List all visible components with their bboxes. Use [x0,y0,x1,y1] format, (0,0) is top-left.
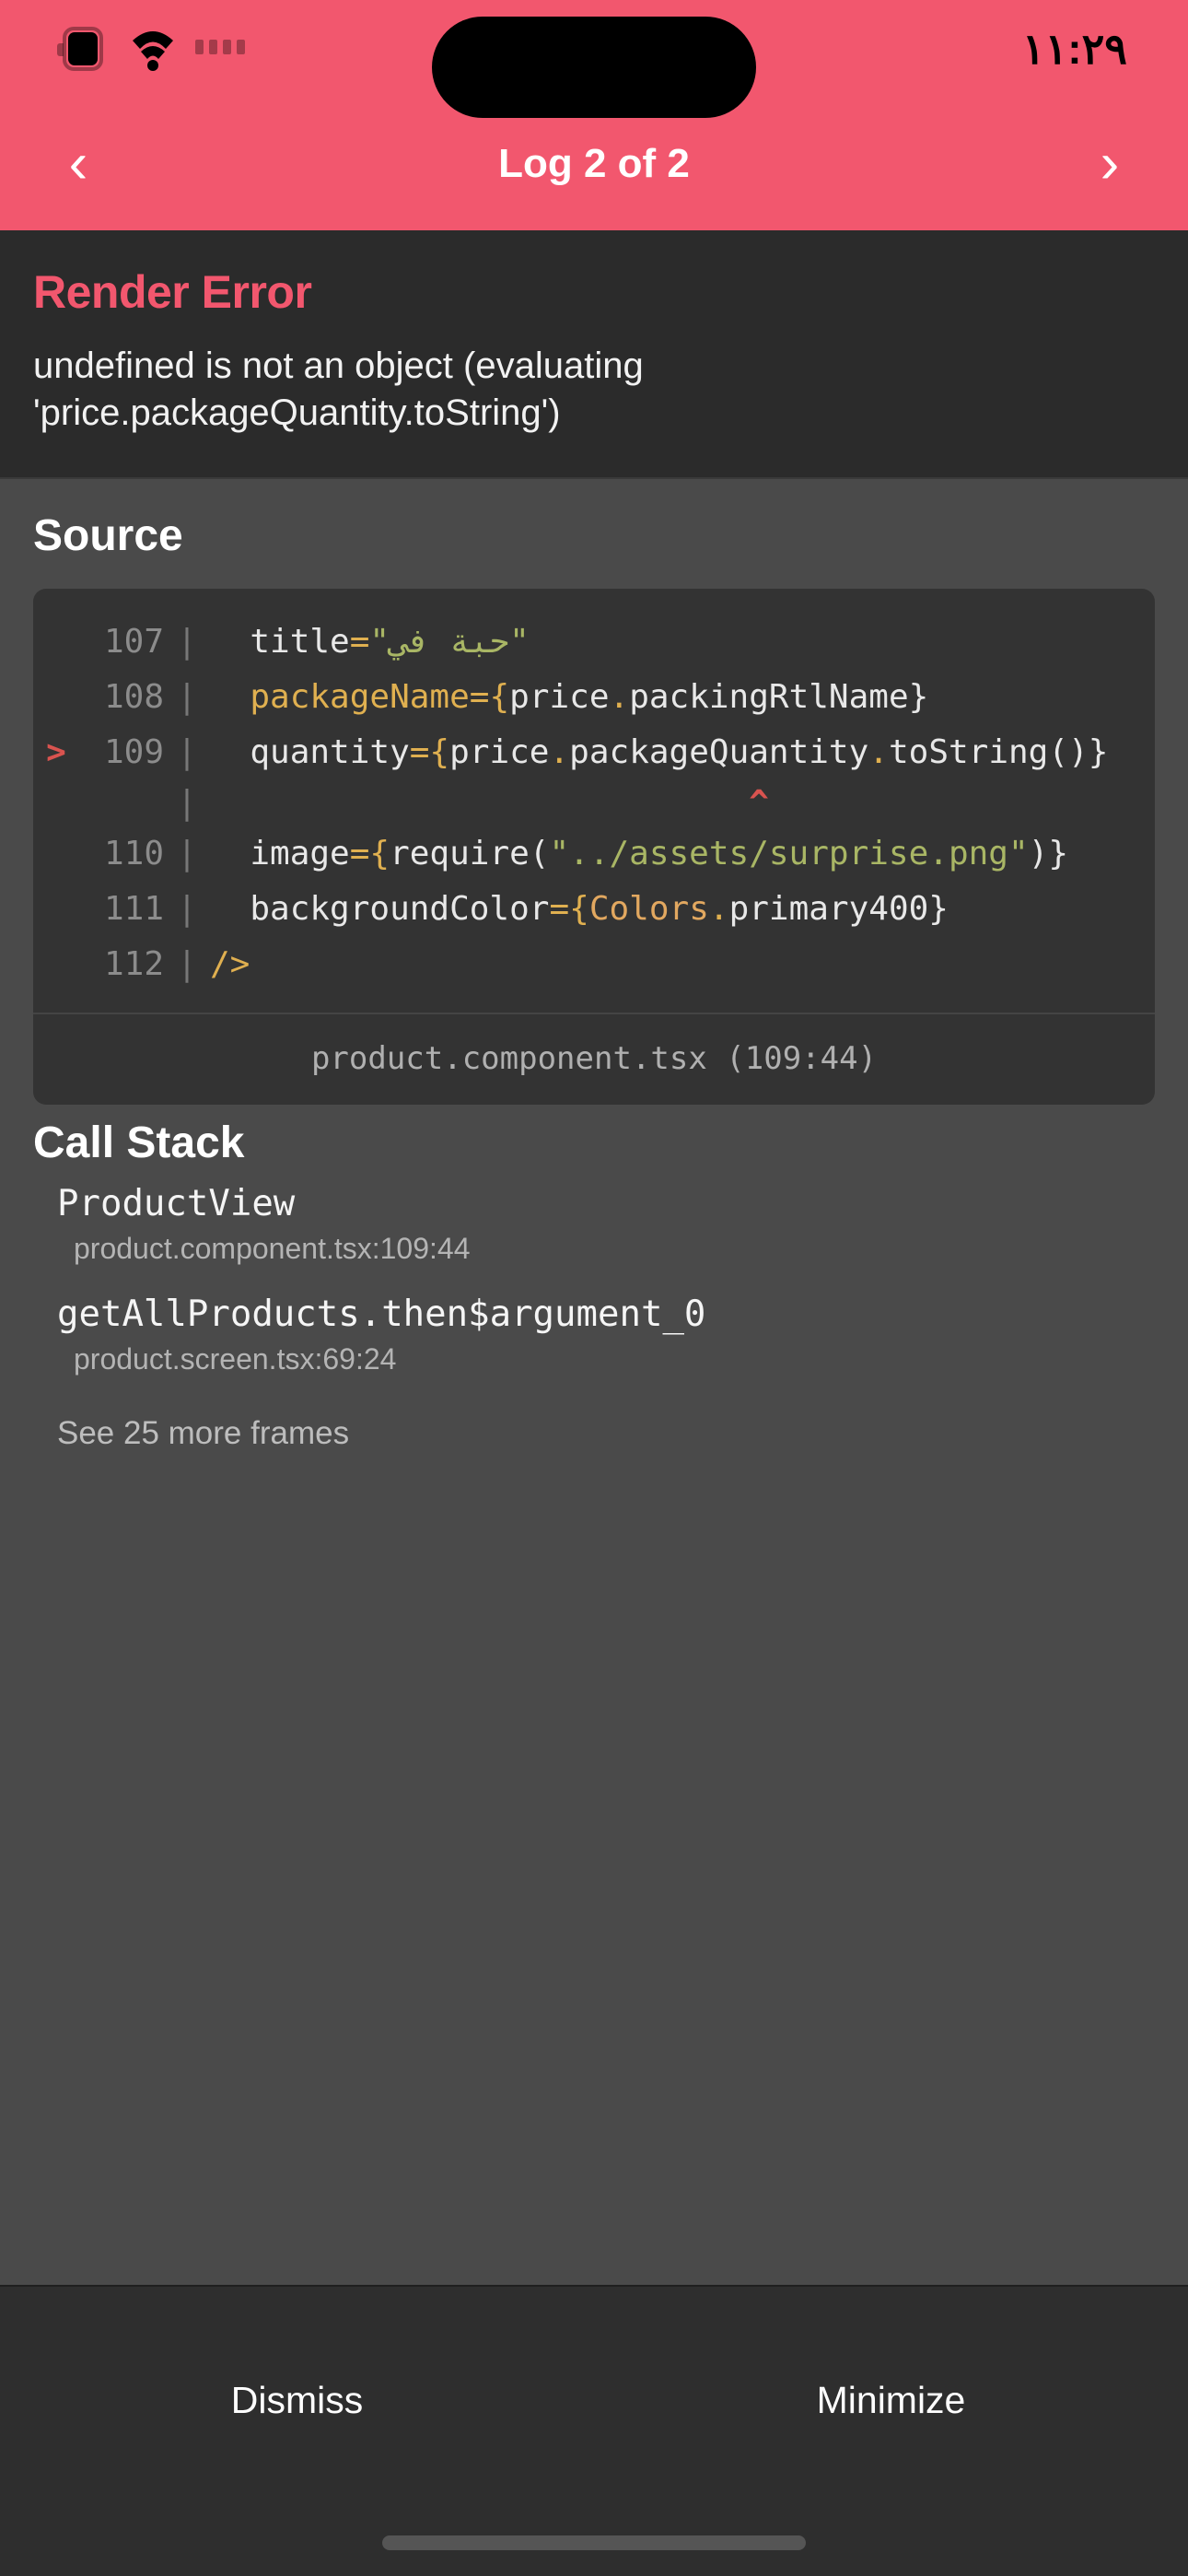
logbox-error-screen: ١١:٢٩ ‹ Log 2 of 2 › Render Error undefi… [0,0,1188,2576]
frame-file-location: product.screen.tsx:69:24 [74,1342,397,1376]
see-more-frames-button[interactable]: See 25 more frames [33,1389,1155,1452]
source-section: Source 107 | title="حبة في" 108 | packageNa… [0,479,1188,1106]
code-line: 107 | title="حبة في" [33,615,1155,670]
code-line-highlighted: >109 | quantity={price.packageQuantity.to… [33,725,1155,780]
error-summary-block: Render Error undefined is not an object … [0,230,1188,480]
call-stack-frame[interactable]: ProductView product.component.tsx:109:44 [33,1168,1155,1279]
code-line-text: packageName={price.packingRtlName} [210,678,929,717]
frame-function-name: ProductView [57,1183,296,1225]
line-number: 107 [103,623,164,662]
line-pipe: | [177,623,197,662]
line-pipe: | [177,890,197,929]
code-line: 108 | packageName={price.packingRtlName} [33,670,1155,725]
line-number [79,780,164,826]
frame-file-location: product.component.tsx:109:44 [74,1232,471,1266]
source-heading: Source [33,511,183,561]
line-number: 109 [103,733,164,772]
content-area: Render Error undefined is not an object … [0,230,1188,2285]
source-file-path: product.component.tsx (109:44) [33,1013,1155,1105]
error-type-title: Render Error [33,266,312,318]
battery-icon [55,21,111,76]
source-code-card[interactable]: 107 | title="حبة في" 108 | packageName={pri… [33,589,1155,1106]
line-pipe: | [177,945,197,984]
line-pipe: | [177,835,197,873]
code-line: 110 | image={require("../assets/surprise.… [33,826,1155,882]
code-lines: 107 | title="حبة في" 108 | packageName={pri… [33,589,1155,1013]
status-bar: ١١:٢٩ [0,0,1188,118]
call-stack-section: Call Stack ProductView product.component.… [0,1105,1188,1452]
gutter-marker [33,780,79,826]
code-line-text: title="حبة في" [210,623,530,662]
code-line-text: backgroundColor={Colors.primary400} [210,890,949,929]
code-line-text: quantity={price.packageQuantity.toString… [210,733,1109,772]
line-number: 111 [103,890,164,929]
call-stack-frame-list: ProductView product.component.tsx:109:44 g… [33,1168,1155,1389]
error-caret-row: | ^ [33,780,1155,826]
code-line-text: /> [210,945,250,984]
previous-log-button[interactable]: ‹ [46,135,111,193]
line-pipe: | [177,678,197,717]
signal-dots-icon [195,39,245,58]
next-log-button[interactable]: › [1077,135,1142,193]
line-pipe: | [177,784,197,823]
frame-function-name: getAllProducts.then$argument_0 [57,1294,706,1336]
code-line: 112 | /> [33,937,1155,992]
log-counter-title: Log 2 of 2 [498,140,690,186]
line-number: 108 [103,678,164,717]
error-caret: ^ [210,784,769,823]
line-number: 112 [103,945,164,984]
code-line-text: image={require("../assets/surprise.png")… [210,835,1068,873]
call-stack-heading: Call Stack [33,1118,245,1168]
wifi-icon [127,26,179,72]
dismiss-button[interactable]: Dismiss [0,2379,594,2422]
header: ١١:٢٩ ‹ Log 2 of 2 › [0,0,1188,230]
line-pipe: | [177,733,197,772]
code-line: 111 | backgroundColor={Colors.primary400} [33,882,1155,937]
home-indicator[interactable] [382,2535,806,2550]
minimize-button[interactable]: Minimize [594,2379,1188,2422]
action-bar: Dismiss Minimize [0,2285,1188,2576]
log-navigation-bar: ‹ Log 2 of 2 › [0,97,1188,230]
status-bar-left-icons [55,0,245,97]
status-bar-clock: ١١:٢٩ [1021,24,1127,73]
line-number: 110 [103,835,164,873]
call-stack-frame[interactable]: getAllProducts.then$argument_0 product.sc… [33,1279,1155,1389]
error-message: undefined is not an object (evaluating '… [33,345,644,434]
gutter-marker: > [46,733,66,772]
